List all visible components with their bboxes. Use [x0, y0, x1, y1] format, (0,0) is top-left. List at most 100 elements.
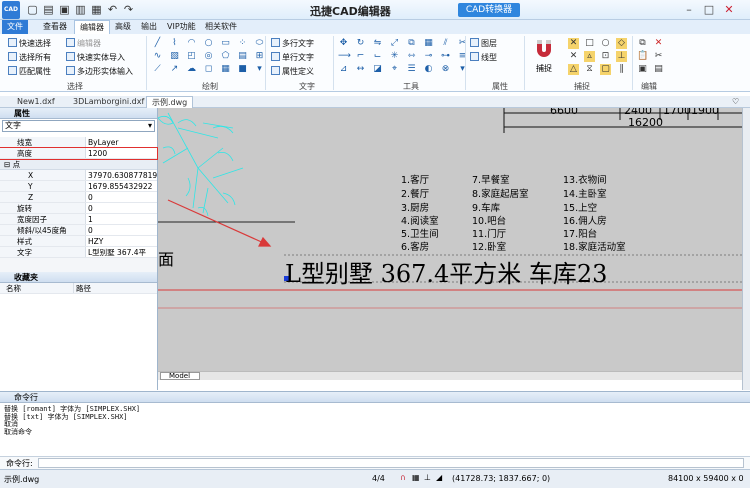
linetype-button[interactable]: 线型	[470, 52, 497, 63]
single-line-text-button[interactable]: 单行文字	[271, 52, 314, 63]
xline-icon[interactable]: ⟋	[152, 64, 163, 75]
tabs-menu-icon[interactable]: ♡	[732, 97, 739, 106]
delete-icon[interactable]: ✕	[653, 38, 664, 49]
point-category[interactable]: ⊟ 点	[0, 159, 157, 170]
circle-icon[interactable]: ○	[203, 38, 214, 49]
tab-file[interactable]: 文件	[2, 20, 28, 34]
doc-tab-example[interactable]: 示例.dwg	[146, 96, 194, 108]
copy-clip-icon[interactable]: ⧉	[637, 38, 648, 49]
doc-tab-lamborgini[interactable]: 3DLamborgini.dxf	[68, 96, 149, 108]
cut-icon[interactable]: ✂	[653, 51, 664, 62]
redo-icon[interactable]: ↷	[122, 3, 135, 16]
snap-endpoint-icon[interactable]: ✕	[568, 38, 579, 49]
array-icon[interactable]: ▦	[423, 38, 434, 49]
snap-nearest-icon[interactable]: ⧖	[584, 64, 595, 75]
tab-output[interactable]: 输出	[136, 20, 162, 34]
snap-quadrant-icon[interactable]: ◇	[616, 38, 627, 49]
snap-node-icon[interactable]: ⊡	[600, 51, 611, 62]
attribute-definition-button[interactable]: 属性定义	[271, 66, 314, 77]
break-icon[interactable]: ⊸	[423, 51, 434, 62]
measure-icon[interactable]: ⊿	[338, 64, 349, 75]
offset-icon[interactable]: ⫽	[440, 38, 451, 49]
edit-properties-icon[interactable]: ▤	[653, 64, 664, 75]
chamfer-icon[interactable]: ⌙	[372, 51, 383, 62]
solid-icon[interactable]: ■	[237, 64, 248, 75]
close-icon[interactable]: ✕	[722, 3, 736, 17]
line-icon[interactable]: ╱	[152, 38, 163, 49]
list-icon[interactable]: ☰	[406, 64, 417, 75]
new-file-icon[interactable]: ▢	[26, 3, 39, 16]
copy-icon[interactable]: ⧉	[406, 38, 417, 49]
grid-toggle-icon[interactable]: ▦	[412, 473, 420, 482]
print-icon[interactable]: ▥	[74, 3, 87, 16]
snap-button[interactable]: 捕捉	[529, 37, 559, 79]
snap-midpoint-icon[interactable]: ▵	[584, 51, 595, 62]
lineweight-toggle-icon[interactable]: ◢	[436, 473, 442, 482]
doc-tab-new1[interactable]: New1.dxf	[12, 96, 60, 108]
fillet-icon[interactable]: ⌐	[355, 51, 366, 62]
paste-icon[interactable]: 📋	[637, 51, 648, 62]
polyline-icon[interactable]: ⌇	[169, 38, 180, 49]
tab-viewer[interactable]: 查看器	[38, 20, 72, 34]
snap-insert-icon[interactable]: ▢	[600, 64, 611, 75]
snap-intersection-icon[interactable]: ✕	[568, 51, 579, 62]
select-all-button[interactable]: 选择所有	[8, 52, 51, 63]
mtext-button[interactable]: 多行文字	[271, 38, 314, 49]
join-icon[interactable]: ⊶	[440, 51, 451, 62]
rect-icon[interactable]: ▭	[220, 38, 231, 49]
mirror-icon[interactable]: ⇋	[372, 38, 383, 49]
model-tab[interactable]: Model	[160, 372, 200, 380]
snap-center-icon[interactable]: ○	[600, 38, 611, 49]
arc-icon[interactable]: ◠	[186, 38, 197, 49]
block-icon[interactable]: ▤	[237, 51, 248, 62]
tab-related-software[interactable]: 相关软件	[200, 20, 242, 34]
horizontal-scrollbar[interactable]	[158, 371, 742, 380]
ellipse-icon[interactable]: ⬭	[254, 38, 265, 49]
move-icon[interactable]: ✥	[338, 38, 349, 49]
layer-button[interactable]: 图层	[470, 38, 497, 49]
snap-toggle-icon[interactable]: ∩	[400, 473, 406, 482]
distance-icon[interactable]: ↔	[355, 64, 366, 75]
minimize-icon[interactable]: –	[682, 3, 696, 17]
save-as-icon[interactable]: ▦	[90, 3, 103, 16]
rotate-icon[interactable]: ↻	[355, 38, 366, 49]
explode-icon[interactable]: ✳	[389, 51, 400, 62]
editor-button[interactable]: 编辑器	[66, 38, 101, 49]
revcloud-icon[interactable]: ☁	[186, 64, 197, 75]
quick-select-button[interactable]: 快速选择	[8, 38, 51, 49]
points-icon[interactable]: ⁘	[237, 38, 248, 49]
spline-icon[interactable]: ∿	[152, 51, 163, 62]
more-tools-icon[interactable]: ▾	[457, 64, 468, 75]
hide-icon[interactable]: ◐	[423, 64, 434, 75]
area-icon[interactable]: ◪	[372, 64, 383, 75]
command-input[interactable]	[38, 458, 744, 468]
more-draw-icon[interactable]: ▾	[254, 64, 265, 75]
quick-entity-import-button[interactable]: 快速实体导入	[66, 52, 125, 63]
purge-icon[interactable]: ⊗	[440, 64, 451, 75]
drawing-canvas[interactable]: 6600 2400 1700 1900 16200 1.客厅 2.餐厅 3.厨房…	[158, 108, 742, 380]
maximize-icon[interactable]: □	[702, 3, 716, 17]
polygon-tool-icon[interactable]: ⬠	[220, 51, 231, 62]
selected-text-entity[interactable]: L型别墅 367.4平方米 车库23	[285, 254, 607, 289]
snap-perp-icon[interactable]: ⊥	[616, 51, 627, 62]
cad-converter-button[interactable]: CAD转换器	[458, 3, 520, 17]
ortho-toggle-icon[interactable]: ⊥	[424, 473, 431, 482]
id-icon[interactable]: ⌖	[389, 64, 400, 75]
align-icon[interactable]: ≡	[457, 51, 468, 62]
tab-vip[interactable]: VIP功能	[162, 20, 201, 34]
match-properties-button[interactable]: 匹配属性	[8, 66, 51, 77]
vertical-scrollbar[interactable]	[742, 108, 750, 390]
trim-icon[interactable]: ✂	[457, 38, 468, 49]
snap-parallel-icon[interactable]: ∥	[616, 64, 627, 75]
table-icon[interactable]: ▦	[220, 64, 231, 75]
region-icon[interactable]: ◰	[186, 51, 197, 62]
hatch-icon[interactable]: ▧	[169, 51, 180, 62]
extend-icon[interactable]: ⟶	[338, 51, 351, 62]
snap-square-icon[interactable]: □	[584, 38, 595, 49]
stretch-icon[interactable]: ⇿	[406, 51, 417, 62]
donut-icon[interactable]: ◎	[203, 51, 214, 62]
save-icon[interactable]: ▣	[58, 3, 71, 16]
snap-tangent-icon[interactable]: △	[568, 64, 579, 75]
edit-more-icon[interactable]: ▣	[637, 64, 648, 75]
tab-editor[interactable]: 编辑器	[74, 20, 110, 34]
